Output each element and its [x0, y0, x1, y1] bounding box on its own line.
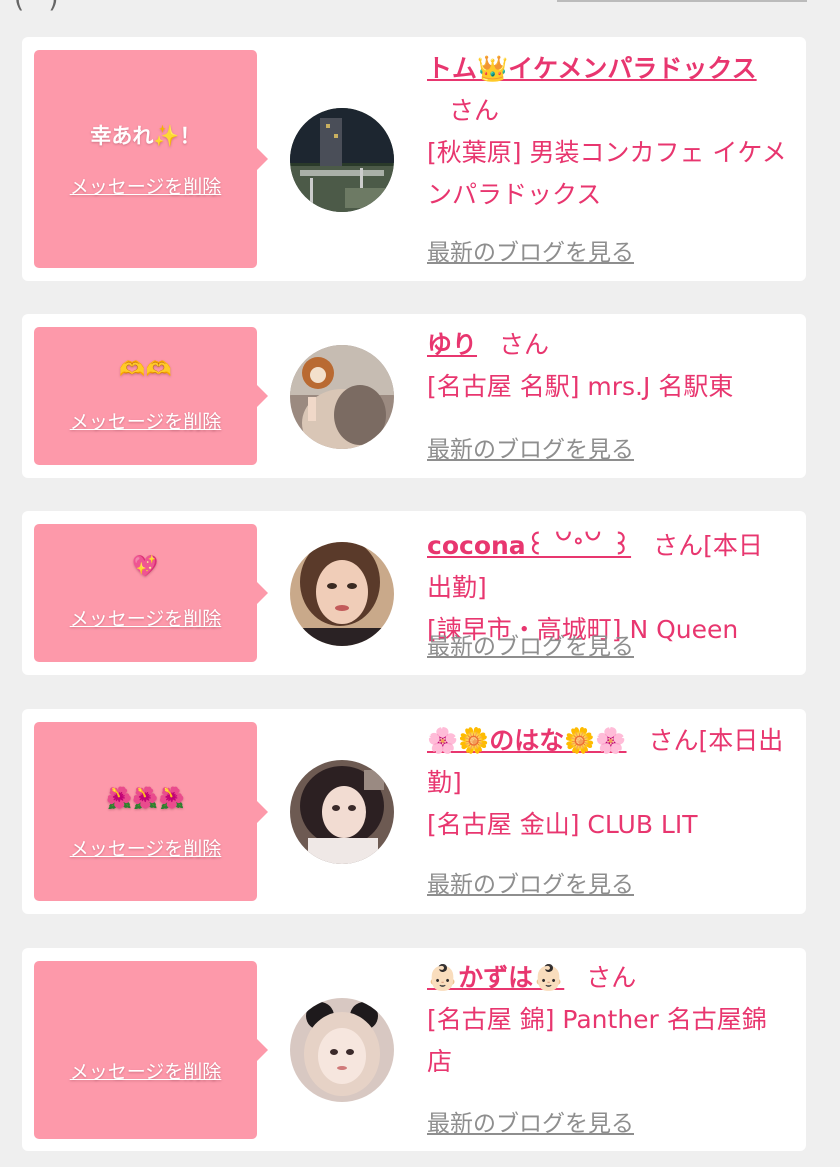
sender-info: ゆり さん [名古屋 名駅] mrs.J 名駅東	[427, 324, 787, 408]
avatar[interactable]	[290, 998, 394, 1102]
avatar[interactable]	[290, 760, 394, 864]
sender-info: トム👑イケメンパラドックスさん [秋葉原] 男装コンカフェ イケメンパラドックス	[427, 48, 787, 216]
avatar[interactable]	[290, 345, 394, 449]
top-fragment: ( )	[14, 0, 67, 14]
message-text: 💖	[132, 554, 159, 578]
message-text: 🌺🌺🌺	[106, 786, 185, 810]
honorific: さん	[499, 330, 550, 359]
shop-name: [名古屋 名駅] mrs.J 名駅東	[427, 372, 734, 401]
message-card: 💖 メッセージを削除 cocona꒰ ꒡ᐤ꒡ ꒱ さん[本日出勤] [諫早市・高城…	[22, 511, 806, 675]
honorific: さん	[648, 726, 699, 755]
shop-name: [秋葉原] 男装コンカフェ イケメンパラドックス	[427, 138, 787, 209]
avatar[interactable]	[290, 108, 394, 212]
sender-name-link[interactable]: 👶🏻かずは👶🏻	[427, 963, 564, 992]
previous-section-edge: ( )	[0, 0, 840, 30]
shop-name: [名古屋 錦] Panther 名古屋錦店	[427, 1005, 767, 1076]
sender-info: 🌸🌼のはな🌼🌸 さん[本日出勤] [名古屋 金山] CLUB LIT	[427, 720, 787, 846]
honorific: さん	[653, 531, 704, 560]
message-card: 🫶🫶 メッセージを削除 ゆり さん [名古屋 名駅] mrs.J 名駅東 最新のブ…	[22, 314, 806, 478]
latest-blog-link[interactable]: 最新のブログを見る	[427, 1104, 634, 1138]
delete-message-link[interactable]: メッセージを削除	[34, 172, 257, 199]
latest-blog-link[interactable]: 最新のブログを見る	[427, 233, 634, 267]
sender-name-link[interactable]: トム👑イケメンパラドックス	[427, 54, 757, 83]
message-text: 🫶🫶	[119, 357, 172, 381]
message-card: 🌺🌺🌺 メッセージを削除 🌸🌼のはな🌼🌸 さん[本日出勤] [名古屋 金山] CL…	[22, 709, 806, 914]
sender-info: 👶🏻かずは👶🏻 さん [名古屋 錦] Panther 名古屋錦店	[427, 957, 787, 1083]
sender-name-link[interactable]: ゆり	[427, 330, 477, 359]
message-bubble: メッセージを削除	[34, 961, 268, 1139]
top-divider	[557, 0, 807, 2]
message-card: メッセージを削除 👶🏻かずは👶🏻 さん [名古屋 錦] Panther 名古屋錦店…	[22, 948, 806, 1151]
delete-message-link[interactable]: メッセージを削除	[34, 834, 257, 861]
message-card: 幸あれ✨！ メッセージを削除 トム👑イケメンパラドックスさん [秋葉原] 男装コ…	[22, 37, 806, 281]
message-text: 幸あれ✨！	[90, 124, 201, 148]
honorific: さん	[449, 96, 500, 125]
delete-message-link[interactable]: メッセージを削除	[34, 1057, 257, 1084]
delete-message-link[interactable]: メッセージを削除	[34, 604, 257, 631]
message-bubble: 🌺🌺🌺 メッセージを削除	[34, 722, 268, 901]
latest-blog-link[interactable]: 最新のブログを見る	[427, 865, 634, 899]
delete-message-link[interactable]: メッセージを削除	[34, 407, 257, 434]
avatar[interactable]	[290, 542, 394, 646]
latest-blog-link[interactable]: 最新のブログを見る	[427, 627, 634, 661]
shop-name: [名古屋 金山] CLUB LIT	[427, 810, 698, 839]
sender-name-link[interactable]: cocona꒰ ꒡ᐤ꒡ ꒱	[427, 531, 631, 560]
latest-blog-link[interactable]: 最新のブログを見る	[427, 430, 634, 464]
message-bubble: 🫶🫶 メッセージを削除	[34, 327, 268, 465]
sender-name-link[interactable]: 🌸🌼のはな🌼🌸	[427, 726, 627, 755]
message-bubble: 幸あれ✨！ メッセージを削除	[34, 50, 268, 268]
honorific: さん	[586, 963, 637, 992]
message-bubble: 💖 メッセージを削除	[34, 524, 268, 662]
